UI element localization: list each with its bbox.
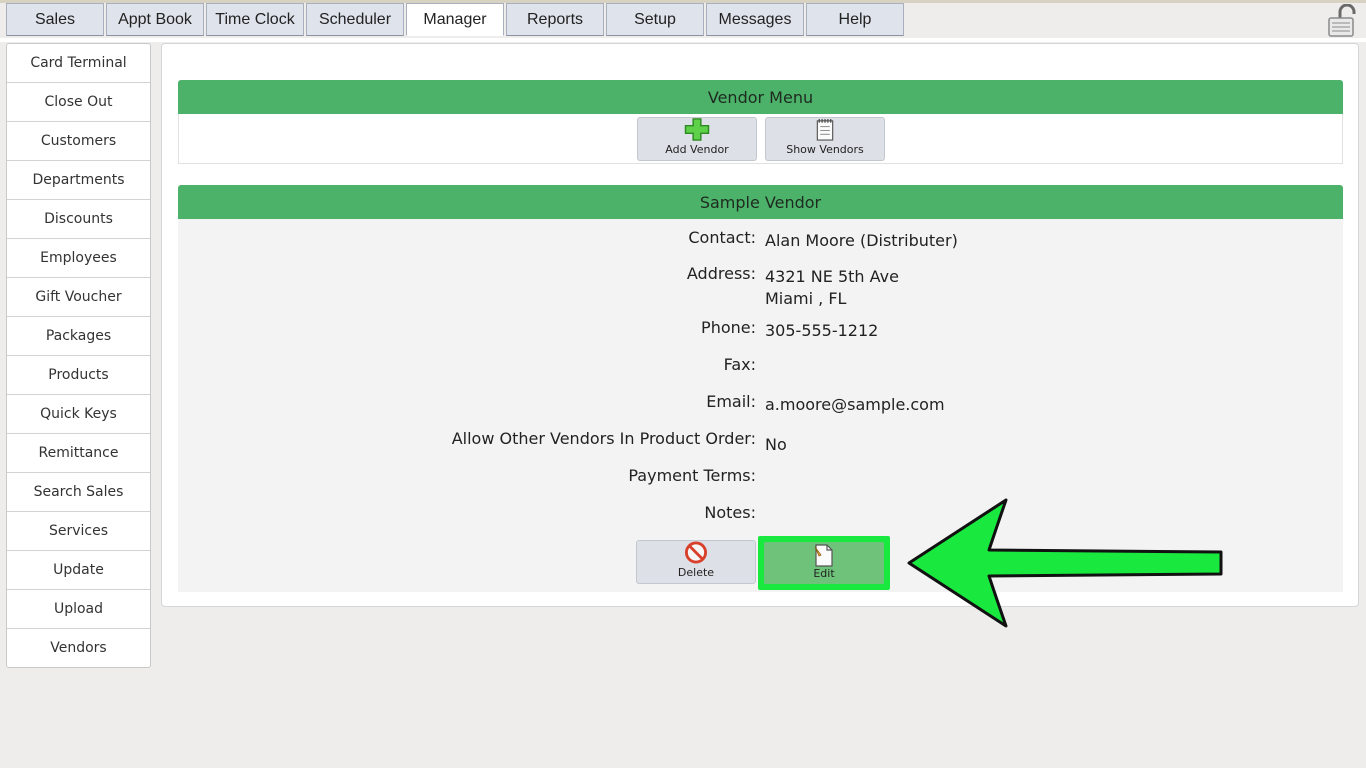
no-entry-icon (684, 541, 708, 564)
sidebar-item-vendors[interactable]: Vendors (7, 629, 150, 667)
delete-label: Delete (677, 566, 715, 579)
show-vendors-button[interactable]: Show Vendors (765, 117, 885, 161)
document-pencil-icon (814, 544, 833, 567)
allow-vendors-value: No (765, 435, 787, 454)
sidebar-item-upload[interactable]: Upload (7, 590, 150, 629)
tab-manager[interactable]: Manager (406, 3, 504, 36)
sidebar-item-products[interactable]: Products (7, 356, 150, 395)
email-label: Email: (706, 392, 756, 411)
add-vendor-label: Add Vendor (665, 143, 729, 156)
address-label: Address: (686, 264, 756, 283)
delete-vendor-button[interactable]: Delete (636, 540, 756, 584)
main-tab-bar: Sales Appt Book Time Clock Scheduler Man… (6, 3, 906, 38)
show-vendors-label: Show Vendors (786, 143, 864, 156)
manager-sidebar: Card Terminal Close Out Customers Depart… (6, 43, 151, 668)
sidebar-item-update[interactable]: Update (7, 551, 150, 590)
tab-messages[interactable]: Messages (706, 3, 804, 36)
payment-terms-label: Payment Terms: (628, 466, 756, 485)
tab-sales[interactable]: Sales (6, 3, 104, 36)
fax-label: Fax: (723, 355, 756, 374)
tab-appt-book[interactable]: Appt Book (106, 3, 204, 36)
sidebar-item-customers[interactable]: Customers (7, 122, 150, 161)
vendor-menu-header: Vendor Menu (178, 80, 1343, 114)
tab-setup[interactable]: Setup (606, 3, 704, 36)
tab-time-clock[interactable]: Time Clock (206, 3, 304, 36)
tab-underline-band (0, 38, 1366, 42)
plus-icon (684, 118, 710, 141)
address-line1: 4321 NE 5th Ave (765, 267, 899, 286)
tab-help[interactable]: Help (806, 3, 904, 36)
address-line2: Miami , FL (765, 289, 847, 308)
tab-reports[interactable]: Reports (506, 3, 604, 36)
contact-label: Contact: (688, 228, 756, 247)
lock-icon[interactable] (1326, 3, 1360, 38)
notepad-icon (816, 118, 834, 141)
sidebar-item-discounts[interactable]: Discounts (7, 200, 150, 239)
email-value: a.moore@sample.com (765, 395, 945, 414)
phone-value: 305-555-1212 (765, 321, 879, 340)
sidebar-item-services[interactable]: Services (7, 512, 150, 551)
sidebar-item-search-sales[interactable]: Search Sales (7, 473, 150, 512)
sidebar-item-quick-keys[interactable]: Quick Keys (7, 395, 150, 434)
sidebar-item-card-terminal[interactable]: Card Terminal (7, 44, 150, 83)
sidebar-item-remittance[interactable]: Remittance (7, 434, 150, 473)
notes-label: Notes: (704, 503, 756, 522)
vendor-menu-body: Add Vendor Show Vendors (178, 114, 1343, 164)
add-vendor-button[interactable]: Add Vendor (637, 117, 757, 161)
tab-scheduler[interactable]: Scheduler (306, 3, 404, 36)
arrow-left-icon (907, 498, 1223, 628)
edit-label: Edit (813, 567, 835, 580)
sidebar-item-employees[interactable]: Employees (7, 239, 150, 278)
phone-label: Phone: (701, 318, 756, 337)
sidebar-item-close-out[interactable]: Close Out (7, 83, 150, 122)
vendor-detail-header: Sample Vendor (178, 185, 1343, 219)
allow-vendors-label: Allow Other Vendors In Product Order: (451, 429, 756, 448)
sidebar-item-departments[interactable]: Departments (7, 161, 150, 200)
contact-value: Alan Moore (Distributer) (765, 231, 958, 250)
edit-highlight-box: Edit (758, 536, 890, 590)
edit-vendor-button[interactable]: Edit (764, 542, 884, 584)
sidebar-item-packages[interactable]: Packages (7, 317, 150, 356)
sidebar-item-gift-voucher[interactable]: Gift Voucher (7, 278, 150, 317)
